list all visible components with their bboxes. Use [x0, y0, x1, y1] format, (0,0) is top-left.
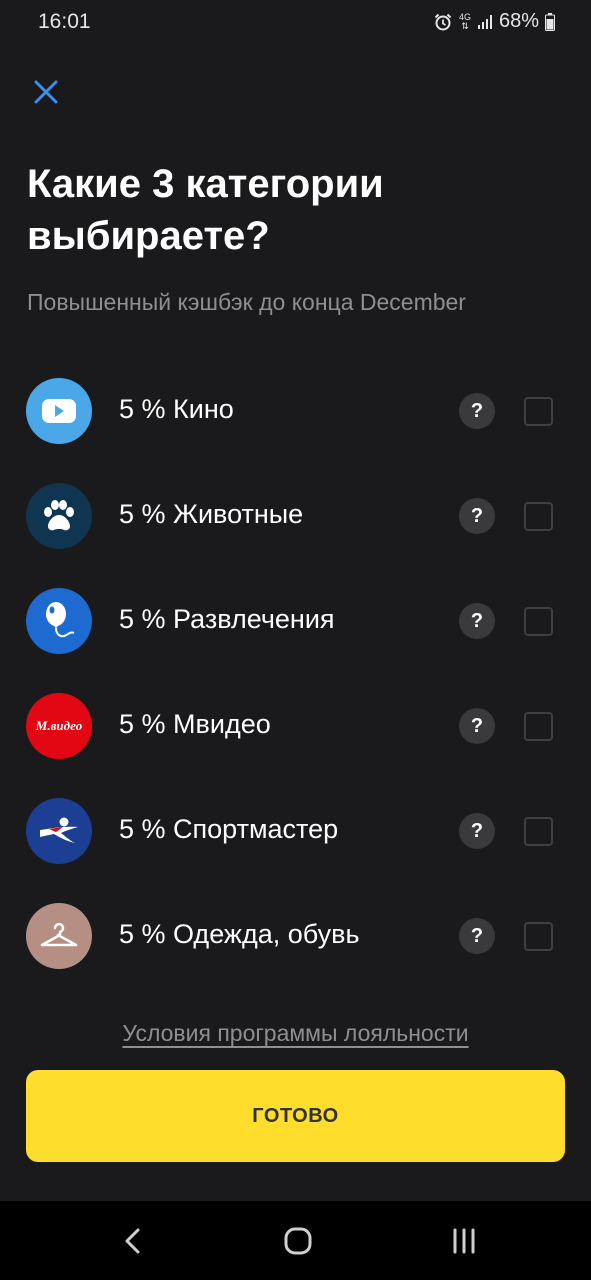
- category-row-clothes[interactable]: 5 % Одежда, обувь ?: [0, 883, 591, 988]
- category-row-entertainment[interactable]: 5 % Развлечения ?: [0, 568, 591, 673]
- paw-icon: [26, 483, 92, 549]
- back-button[interactable]: [115, 1225, 151, 1257]
- close-icon: [34, 80, 58, 104]
- category-label: 5 % Мвидео: [119, 709, 271, 739]
- network-type: 4G ⇅: [458, 11, 471, 31]
- loyalty-terms-link[interactable]: Условия программы лояльности: [0, 1020, 591, 1047]
- category-row-sportmaster[interactable]: 5 % Спортмастер ?: [0, 778, 591, 883]
- page-title: Какие 3 категории выбираете?: [27, 162, 384, 258]
- done-button[interactable]: ГОТОВО: [26, 1070, 565, 1162]
- alarm-icon: [433, 12, 453, 32]
- signal-icon: [477, 14, 493, 30]
- category-row-animals[interactable]: 5 % Животные ?: [0, 463, 591, 568]
- balloon-icon: [26, 588, 92, 654]
- help-button[interactable]: ?: [459, 498, 495, 534]
- home-button[interactable]: [280, 1225, 316, 1257]
- help-button[interactable]: ?: [459, 813, 495, 849]
- screen: 16:01 4G ⇅ 68% Какие 3 категории выбирае…: [0, 0, 591, 1280]
- sportmaster-logo: [26, 798, 92, 864]
- data-arrows-icon: ⇅: [461, 20, 469, 31]
- status-icons: 4G ⇅ 68%: [433, 10, 555, 33]
- battery-percent: 68%: [498, 10, 539, 32]
- status-time: 16:01: [38, 10, 91, 33]
- home-icon: [284, 1227, 312, 1255]
- help-button[interactable]: ?: [459, 708, 495, 744]
- category-label: 5 % Кино: [119, 394, 234, 424]
- mvideo-logo: М.видео: [26, 693, 92, 759]
- category-row-kino[interactable]: 5 % Кино ?: [0, 358, 591, 463]
- help-button[interactable]: ?: [459, 603, 495, 639]
- help-button[interactable]: ?: [459, 393, 495, 429]
- category-label: 5 % Спортмастер: [119, 814, 339, 844]
- category-checkbox[interactable]: [524, 607, 553, 636]
- video-play-icon: [26, 378, 92, 444]
- system-nav-bar: [0, 1201, 591, 1280]
- category-row-mvideo[interactable]: М.видео 5 % Мвидео ?: [0, 673, 591, 778]
- category-label: 5 % Животные: [119, 499, 304, 529]
- status-bar: 16:01 4G ⇅ 68%: [0, 0, 591, 44]
- category-checkbox[interactable]: [524, 712, 553, 741]
- battery-icon: [545, 12, 555, 31]
- category-label: 5 % Одежда, обувь: [119, 919, 360, 949]
- category-checkbox[interactable]: [524, 397, 553, 426]
- close-button[interactable]: [30, 76, 62, 108]
- hanger-icon: [26, 903, 92, 969]
- category-checkbox[interactable]: [524, 922, 553, 951]
- category-label: 5 % Развлечения: [119, 604, 335, 634]
- recents-button[interactable]: [446, 1225, 482, 1257]
- recents-icon: [453, 1228, 475, 1254]
- category-checkbox[interactable]: [524, 502, 553, 531]
- page-subtitle: Повышенный кэшбэк до конца December: [27, 289, 466, 315]
- category-checkbox[interactable]: [524, 817, 553, 846]
- category-list: 5 % Кино ? 5 % Животные ? 5 % Развлечени…: [0, 358, 591, 988]
- back-icon: [125, 1228, 140, 1254]
- help-button[interactable]: ?: [459, 918, 495, 954]
